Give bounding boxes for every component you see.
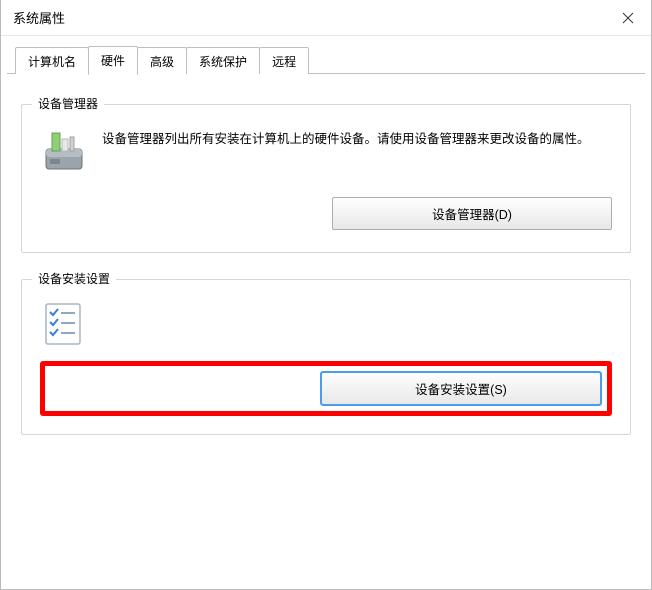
group-install-settings-title: 设备安装设置 xyxy=(32,270,116,287)
window-title: 系统属性 xyxy=(13,8,65,27)
group-device-manager-title: 设备管理器 xyxy=(32,95,104,112)
install-settings-icon-wrap xyxy=(42,302,612,349)
device-manager-button[interactable]: 设备管理器(D) xyxy=(332,197,612,230)
tab-remote[interactable]: 远程 xyxy=(259,47,309,74)
group-install-settings: 设备安装设置 设备安装设置(S) xyxy=(21,279,631,435)
group-device-manager: 设备管理器 设备管理器列出所有安装在计算机上的硬件设备。请使用设备管理器来更改设… xyxy=(21,104,631,253)
device-manager-description: 设备管理器列出所有安装在计算机上的硬件设备。请使用设备管理器来更改设备的属性。 xyxy=(102,127,590,175)
tab-hardware[interactable]: 硬件 xyxy=(88,46,138,75)
highlight-frame: 设备安装设置(S) xyxy=(40,361,612,416)
device-manager-icon xyxy=(40,127,88,175)
tab-advanced[interactable]: 高级 xyxy=(137,47,187,74)
close-button[interactable] xyxy=(605,0,651,36)
tab-strip: 计算机名 硬件 高级 系统保护 远程 xyxy=(1,46,651,74)
checklist-icon xyxy=(42,302,86,346)
tab-panel-hardware: 设备管理器 设备管理器列出所有安装在计算机上的硬件设备。请使用设备管理器来更改设… xyxy=(1,74,651,481)
group-body: 设备管理器列出所有安装在计算机上的硬件设备。请使用设备管理器来更改设备的属性。 xyxy=(40,127,612,175)
button-row: 设备管理器(D) xyxy=(40,197,612,230)
install-settings-button[interactable]: 设备安装设置(S) xyxy=(321,372,601,405)
close-icon xyxy=(622,12,634,24)
tab-computer-name[interactable]: 计算机名 xyxy=(15,47,89,74)
tab-system-protection[interactable]: 系统保护 xyxy=(186,47,260,74)
titlebar: 系统属性 xyxy=(1,0,651,36)
system-properties-window: 系统属性 计算机名 硬件 高级 系统保护 远程 设备管理器 xyxy=(0,0,652,590)
